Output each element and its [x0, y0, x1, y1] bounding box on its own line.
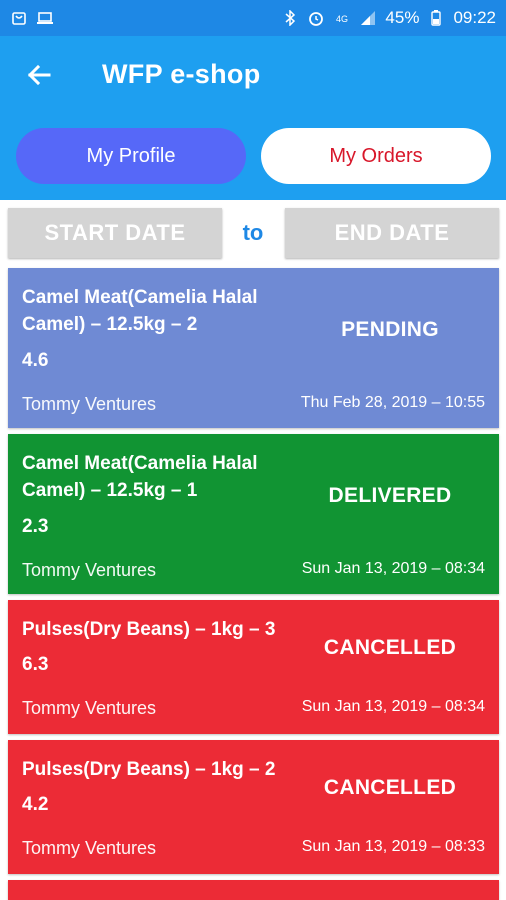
arrow-left-icon: [25, 61, 53, 94]
status-bar-right: 4G 45% 09:22: [281, 8, 496, 28]
order-product: Pulses(Dry Beans) – 1kg – 2: [22, 759, 276, 780]
order-vendor: Tommy Ventures: [22, 394, 157, 414]
date-range-separator: to: [242, 220, 264, 245]
order-amount: 4.2: [22, 794, 49, 815]
order-status: DELIVERED: [328, 484, 452, 507]
end-date-button[interactable]: END DATE: [285, 208, 499, 258]
back-button[interactable]: [20, 58, 58, 96]
bluetooth-icon: [281, 9, 299, 27]
order-product: Camel Meat(Camelia Halal Camel) – 12.5kg…: [22, 287, 258, 335]
order-date: Sun Jan 13, 2019 – 08:34: [301, 698, 485, 715]
order-product: Pulses(Dry Beans) – 1kg – 3: [22, 619, 276, 640]
4g-icon: 4G: [333, 9, 351, 27]
signal-icon: [359, 9, 377, 27]
clock: 09:22: [453, 8, 496, 27]
order-card[interactable]: Pulses(Dry Beans) – 1kg – 3 6.3 CANCELLE…: [8, 600, 499, 734]
order-status: CANCELLED: [323, 636, 457, 659]
svg-text:4G: 4G: [336, 14, 348, 24]
tab-bar: My Profile My Orders: [0, 116, 506, 200]
start-date-button[interactable]: START DATE: [8, 208, 222, 258]
order-amount: 2.3: [22, 516, 49, 537]
tab-my-profile[interactable]: My Profile: [16, 128, 246, 184]
laptop-icon: [36, 9, 54, 27]
battery-icon: [427, 9, 445, 27]
battery-percent: 45%: [385, 8, 420, 27]
shop-icon: [10, 9, 28, 27]
order-vendor: Tommy Ventures: [22, 560, 157, 580]
page-title: WFP e-shop: [102, 59, 261, 89]
status-bar-left: [10, 9, 54, 27]
tab-my-orders[interactable]: My Orders: [261, 128, 491, 184]
order-date: Thu Feb 28, 2019 – 10:55: [300, 394, 485, 411]
order-card[interactable]: Camel Meat(Camelia Halal Camel) – 12.5kg…: [8, 268, 499, 428]
app-bar: WFP e-shop: [0, 36, 506, 116]
order-vendor: Tommy Ventures: [22, 698, 157, 718]
date-filter: START DATE to END DATE: [0, 200, 506, 266]
order-status: CANCELLED: [323, 776, 457, 799]
order-card[interactable]: Pulses(Dry Beans) – 1kg – 2 4.2 CANCELLE…: [8, 740, 499, 874]
status-bar: 4G 45% 09:22: [0, 0, 506, 36]
order-date: Sun Jan 13, 2019 – 08:33: [301, 838, 485, 855]
order-amount: 6.3: [22, 654, 49, 675]
alarm-icon: [307, 9, 325, 27]
order-product: Camel Meat(Camelia Halal Camel) – 12.5kg…: [22, 453, 258, 501]
order-amount: 4.6: [22, 350, 49, 371]
order-card-partial[interactable]: [8, 880, 499, 900]
order-vendor: Tommy Ventures: [22, 838, 157, 858]
order-card[interactable]: Camel Meat(Camelia Halal Camel) – 12.5kg…: [8, 434, 499, 594]
order-status: PENDING: [341, 318, 439, 341]
order-date: Sun Jan 13, 2019 – 08:34: [301, 560, 485, 577]
